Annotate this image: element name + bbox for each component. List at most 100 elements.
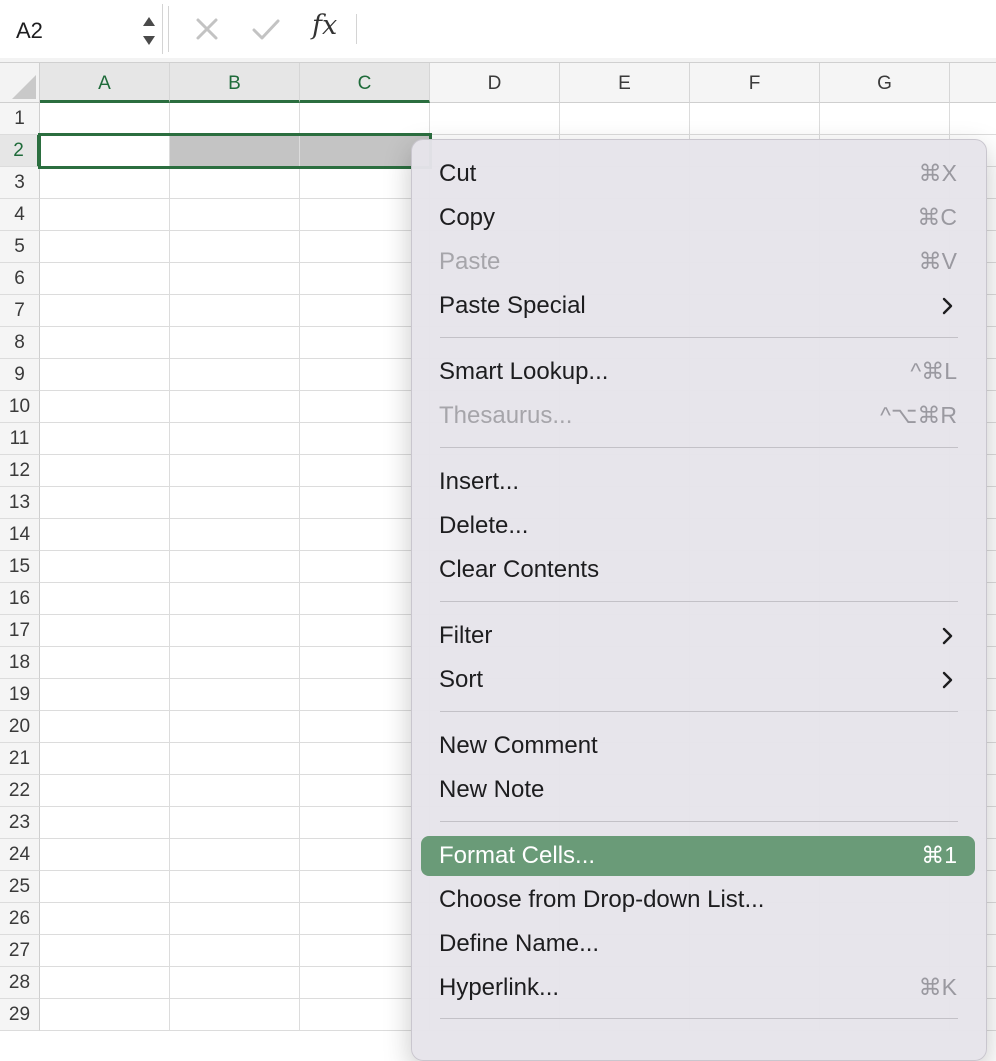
cell-e1[interactable] [560,103,690,135]
column-header-d[interactable]: D [430,63,560,103]
menu-item-copy[interactable]: Copy ⌘C [421,198,975,238]
cell-b9[interactable] [170,359,300,391]
cell-b13[interactable] [170,487,300,519]
row-header-5[interactable]: 5 [0,231,40,263]
row-header-26[interactable]: 26 [0,903,40,935]
menu-item-define-name[interactable]: Define Name... [421,924,975,964]
cell-b4[interactable] [170,199,300,231]
menu-item-smart-lookup[interactable]: Smart Lookup... ^⌘L [421,352,975,392]
row-header-17[interactable]: 17 [0,615,40,647]
menu-item-paste[interactable]: Paste ⌘V [421,242,975,282]
row-header-20[interactable]: 20 [0,711,40,743]
cell-a8[interactable] [40,327,170,359]
row-header-4[interactable]: 4 [0,199,40,231]
cancel-icon[interactable] [190,12,224,46]
cell-b21[interactable] [170,743,300,775]
cell-b16[interactable] [170,583,300,615]
cell-b18[interactable] [170,647,300,679]
cell-b7[interactable] [170,295,300,327]
row-header-28[interactable]: 28 [0,967,40,999]
cell-a23[interactable] [40,807,170,839]
menu-item-new-comment[interactable]: New Comment [421,726,975,766]
cell-b15[interactable] [170,551,300,583]
cell-a18[interactable] [40,647,170,679]
cell-a21[interactable] [40,743,170,775]
row-header-19[interactable]: 19 [0,679,40,711]
cell-a28[interactable] [40,967,170,999]
row-header-23[interactable]: 23 [0,807,40,839]
formula-input[interactable] [370,14,970,44]
cell-b19[interactable] [170,679,300,711]
cell-g1[interactable] [820,103,950,135]
cell-a7[interactable] [40,295,170,327]
cell-a11[interactable] [40,423,170,455]
cell-a6[interactable] [40,263,170,295]
menu-item-insert[interactable]: Insert... [421,462,975,502]
cell-b6[interactable] [170,263,300,295]
menu-item-new-note[interactable]: New Note [421,770,975,810]
row-header-21[interactable]: 21 [0,743,40,775]
cell-b24[interactable] [170,839,300,871]
cell-c1[interactable] [300,103,430,135]
cell-d1[interactable] [430,103,560,135]
row-header-9[interactable]: 9 [0,359,40,391]
select-all-button[interactable] [0,63,40,103]
insert-function-icon[interactable]: fx [312,10,337,41]
cell-a5[interactable] [40,231,170,263]
menu-item-hyperlink[interactable]: Hyperlink... ⌘K [421,968,975,1008]
menu-item-delete[interactable]: Delete... [421,506,975,546]
cell-a13[interactable] [40,487,170,519]
row-header-16[interactable]: 16 [0,583,40,615]
row-header-25[interactable]: 25 [0,871,40,903]
row-header-6[interactable]: 6 [0,263,40,295]
cell-b25[interactable] [170,871,300,903]
row-header-22[interactable]: 22 [0,775,40,807]
cell-b12[interactable] [170,455,300,487]
cell-a15[interactable] [40,551,170,583]
column-header-e[interactable]: E [560,63,690,103]
row-header-14[interactable]: 14 [0,519,40,551]
cell-b8[interactable] [170,327,300,359]
row-header-24[interactable]: 24 [0,839,40,871]
name-box-stepper-icon[interactable] [141,14,157,48]
cell-a25[interactable] [40,871,170,903]
cell-partial[interactable] [950,103,996,135]
cell-b3[interactable] [170,167,300,199]
cell-b29[interactable] [170,999,300,1031]
cell-b27[interactable] [170,935,300,967]
menu-item-clear-contents[interactable]: Clear Contents [421,550,975,590]
row-header-1[interactable]: 1 [0,103,40,135]
cell-a3[interactable] [40,167,170,199]
cell-a20[interactable] [40,711,170,743]
row-header-27[interactable]: 27 [0,935,40,967]
column-header-partial[interactable] [950,63,996,103]
row-header-2[interactable]: 2 [0,135,40,167]
cell-b5[interactable] [170,231,300,263]
cell-b20[interactable] [170,711,300,743]
cell-f1[interactable] [690,103,820,135]
cell-b11[interactable] [170,423,300,455]
name-box[interactable]: A2 [0,4,163,54]
row-header-18[interactable]: 18 [0,647,40,679]
cell-a19[interactable] [40,679,170,711]
cell-b22[interactable] [170,775,300,807]
name-box-value[interactable]: A2 [16,18,43,44]
row-header-11[interactable]: 11 [0,423,40,455]
cell-b23[interactable] [170,807,300,839]
cell-a12[interactable] [40,455,170,487]
menu-item-thesaurus[interactable]: Thesaurus... ^⌥⌘R [421,396,975,436]
column-header-g[interactable]: G [820,63,950,103]
row-header-12[interactable]: 12 [0,455,40,487]
column-header-b[interactable]: B [170,63,300,103]
cell-b17[interactable] [170,615,300,647]
cell-a4[interactable] [40,199,170,231]
menu-item-paste-special[interactable]: Paste Special [421,286,975,326]
row-header-10[interactable]: 10 [0,391,40,423]
cell-a2[interactable] [40,135,170,167]
column-header-a[interactable]: A [40,63,170,103]
column-header-c[interactable]: C [300,63,430,103]
cell-a1[interactable] [40,103,170,135]
menu-item-sort[interactable]: Sort [421,660,975,700]
cell-a24[interactable] [40,839,170,871]
menu-item-cut[interactable]: Cut ⌘X [421,154,975,194]
